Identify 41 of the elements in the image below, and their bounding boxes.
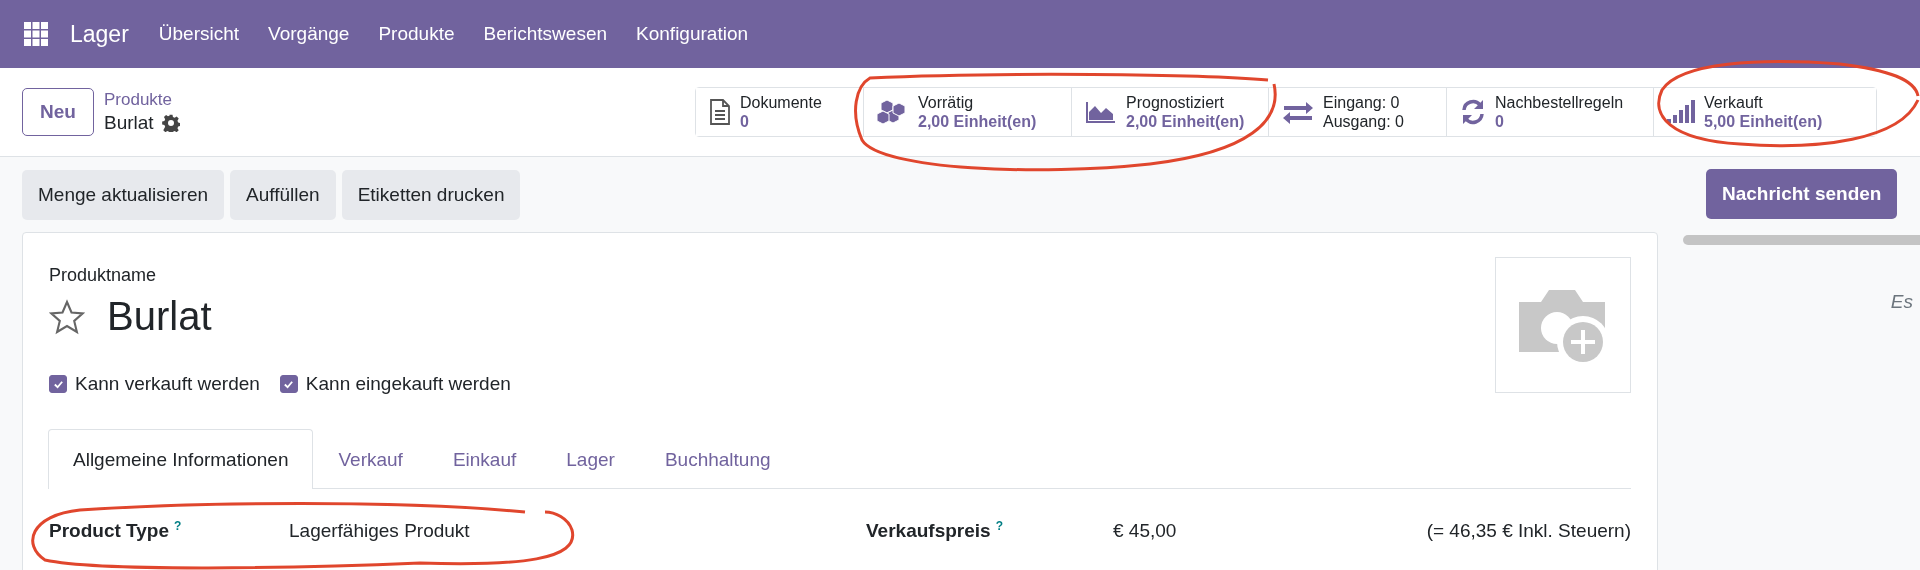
gear-icon[interactable] [161, 114, 180, 132]
field-value[interactable]: Lagerfähiges Produkt [289, 519, 866, 542]
menu-item[interactable]: Übersicht [158, 23, 240, 45]
checkmark-icon [52, 378, 64, 390]
tab[interactable]: Einkauf [427, 429, 542, 489]
stat-button[interactable]: Dokumente 0 [696, 88, 864, 136]
apps-grid-icon[interactable] [24, 22, 48, 46]
action-button[interactable]: Auffüllen [230, 169, 336, 220]
new-button[interactable]: Neu [22, 88, 94, 136]
document-icon [708, 98, 732, 126]
tab[interactable]: Buchhaltung [639, 429, 796, 489]
tax-note: (= 46,35 € Inkl. Steuern) [1425, 519, 1631, 542]
transfer-arrows-icon [1281, 100, 1315, 124]
record-name: Burlat [104, 112, 154, 134]
refresh-icon [1459, 98, 1487, 126]
app-title[interactable]: Lager [70, 20, 129, 48]
field-label: Produktname [49, 265, 158, 286]
product-name: Burlat [107, 294, 212, 339]
tab[interactable]: Allgemeine Informationen [48, 429, 314, 489]
field-label: Verkaufspreis $^{?}$ [866, 519, 1004, 543]
menu-item[interactable]: Berichtswesen [483, 23, 608, 45]
send-message-button[interactable]: Nachricht senden [1706, 169, 1898, 219]
checkbox-label: Kann verkauft werden [75, 373, 260, 395]
checkbox[interactable] [279, 375, 298, 393]
tab[interactable]: Verkauf [313, 429, 428, 489]
checkmark-icon [283, 378, 295, 390]
star-icon[interactable] [49, 298, 85, 335]
menu-item[interactable]: Produkte [378, 23, 455, 45]
menu-item[interactable]: Vorgänge [268, 23, 350, 45]
field-label: Product Type $^{?}$ [49, 519, 183, 543]
chatter-note: Es [1889, 291, 1913, 313]
checkbox[interactable] [49, 375, 67, 393]
action-button[interactable]: Etiketten drucken [341, 169, 521, 220]
checkbox-label: Kann eingekauft werden [305, 373, 511, 395]
field-value[interactable]: € 45,00 [1113, 519, 1303, 542]
action-button[interactable]: Menge aktualisieren [22, 169, 225, 220]
signal-bars-icon [1666, 100, 1696, 124]
menu-item[interactable]: Konfiguration [636, 23, 748, 45]
breadcrumb-link[interactable]: Produkte [104, 90, 180, 110]
tab[interactable]: Lager [541, 429, 640, 489]
area-chart-icon [1084, 100, 1118, 124]
